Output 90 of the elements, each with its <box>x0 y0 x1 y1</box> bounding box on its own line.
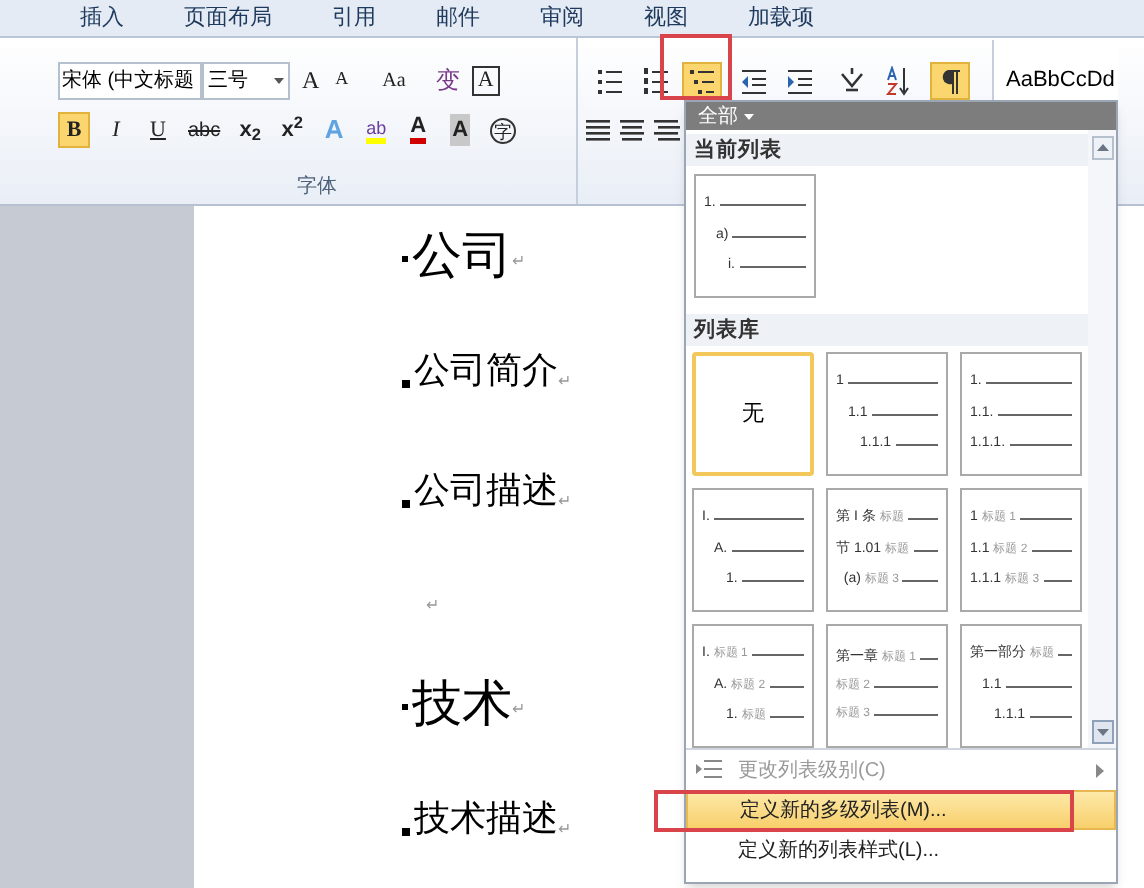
show-marks-button[interactable] <box>930 61 970 99</box>
align-icon <box>618 118 646 142</box>
color-button[interactable]: A <box>402 112 435 148</box>
rule-line <box>751 654 804 656</box>
sup-button[interactable]: x$^{2}$ <box>276 112 309 148</box>
rule-line <box>913 549 938 551</box>
rule-line <box>769 685 804 687</box>
rule-line <box>997 413 1072 415</box>
scrollbar[interactable] <box>1088 130 1116 748</box>
ribbon-tab[interactable]: 视图 <box>636 1 696 35</box>
multilevel-button[interactable] <box>682 61 722 99</box>
italic-button[interactable]: I <box>100 112 132 148</box>
ribbon-tab[interactable]: 审阅 <box>532 1 592 35</box>
rule-line <box>731 549 804 551</box>
paragraph-text: 公司描述 <box>414 467 558 513</box>
paragraph-text: 技术描述 <box>414 795 558 841</box>
heading-text: 技术 <box>412 674 512 737</box>
grow-button[interactable]: A <box>298 62 324 98</box>
rule-line <box>874 686 938 689</box>
ribbon-tab[interactable]: 邮件 <box>428 1 488 35</box>
menu-item[interactable]: 定义新的列表样式(L)... <box>686 830 1116 870</box>
align-icon <box>652 118 680 142</box>
ribbon-tab[interactable]: 引用 <box>324 1 384 35</box>
phonetic-button[interactable]: 变 <box>431 62 464 98</box>
rule-line <box>739 266 806 268</box>
rule-line <box>1009 444 1072 446</box>
strike-button[interactable]: abc <box>184 112 225 148</box>
scroll-down-icon <box>1091 720 1113 744</box>
sub-button[interactable]: x$_{2}$ <box>234 112 267 148</box>
group-label: 字体 <box>295 173 339 202</box>
rule-line <box>871 413 938 415</box>
scroll-up-icon <box>1091 136 1113 160</box>
rule-line <box>1029 716 1072 718</box>
rule-line <box>847 382 938 384</box>
paragraph-mark: ↵ <box>512 250 526 274</box>
paragraph-mark: ↵ <box>558 370 572 394</box>
rule-line <box>1019 518 1072 520</box>
ribbon-tab[interactable]: 插入 <box>72 1 132 35</box>
underline-button[interactable]: U <box>142 112 174 148</box>
paragraph-mark: ↵ <box>426 594 440 618</box>
font-size-field[interactable]: 三号 <box>202 61 290 99</box>
highlight-button[interactable]: ab <box>360 112 393 148</box>
rule-line <box>1031 549 1072 551</box>
rule-line <box>907 518 938 520</box>
rule-line <box>1058 654 1072 656</box>
paragraph-mark: ↵ <box>558 818 572 842</box>
section-header: 列表库 <box>686 314 1088 346</box>
align-icon <box>584 118 612 142</box>
numbering-icon <box>642 65 670 95</box>
asian-layout-icon <box>838 65 866 95</box>
bullet-icon <box>402 828 410 836</box>
filter-dropdown[interactable]: 全部 <box>686 101 754 131</box>
border-button[interactable]: A <box>471 65 500 95</box>
rule-line <box>713 518 804 520</box>
caret-icon <box>274 77 284 83</box>
decrease-indent-icon <box>740 65 768 95</box>
rule-line <box>985 382 1072 384</box>
annotation-box <box>660 34 732 100</box>
rule-line <box>1043 580 1072 582</box>
paragraph-mark: ↵ <box>558 490 572 514</box>
section-header: 当前列表 <box>686 134 1088 166</box>
bullet-icon <box>402 255 408 261</box>
ribbon-tab[interactable]: 加载项 <box>740 1 822 35</box>
heading-text: 公司 <box>412 226 512 289</box>
font-name-field[interactable]: 宋体 (中文标题 <box>58 61 202 99</box>
sort-icon <box>884 65 912 95</box>
list-style-thumbnail[interactable]: 无 <box>692 352 814 476</box>
rule-line <box>874 714 938 717</box>
bullet-icon <box>402 703 408 709</box>
bold-button[interactable]: B <box>58 112 90 148</box>
case-button[interactable]: Aa <box>376 65 412 95</box>
caret-icon <box>744 113 754 119</box>
rule-line <box>732 235 806 237</box>
ribbon-tab[interactable]: 页面布局 <box>176 1 280 35</box>
rule-line <box>769 716 804 718</box>
rule-line <box>719 204 806 206</box>
indent-level-icon <box>694 758 722 782</box>
rule-line <box>1005 685 1072 687</box>
paragraph-text: 公司简介 <box>414 347 558 393</box>
paragraph-mark: ↵ <box>512 698 526 722</box>
bullet-icon <box>402 380 410 388</box>
shrink-button[interactable]: A <box>331 66 353 94</box>
bullets-icon <box>596 65 624 95</box>
rule-line <box>741 580 804 582</box>
increase-indent-icon <box>786 65 814 95</box>
rule-line <box>920 657 938 659</box>
multilevel-icon <box>688 65 716 95</box>
rule-line <box>902 580 938 582</box>
bullet-icon <box>402 500 410 508</box>
rule-line <box>895 444 938 446</box>
